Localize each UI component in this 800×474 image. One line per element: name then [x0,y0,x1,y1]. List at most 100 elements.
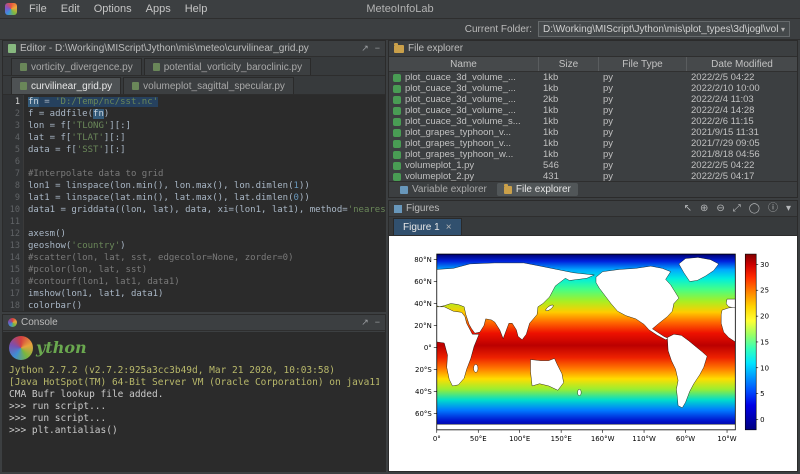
figure-tab[interactable]: Figure 1 × [393,218,462,235]
full-extent-icon[interactable]: ◯ [748,204,761,214]
python-file-icon [393,85,401,93]
console-panel-header: Console ↗− [3,315,385,331]
editor-tab[interactable]: vorticity_divergence.py [11,58,142,75]
code-line: colorbar() [28,300,385,311]
column-header-date-modified[interactable]: Date Modified [687,57,797,71]
editor-panel-header: Editor - D:\Working\MIScript\Jython\mis\… [3,41,385,57]
file-date-cell: 2022/2/4 11:03 [687,94,797,105]
console-output[interactable]: ython Jython 2.7.2 (v2.7.2:925a3cc3b49d,… [3,332,385,471]
editor-tab-label: vorticity_divergence.py [31,62,133,73]
close-icon[interactable]: × [446,222,452,233]
python-file-icon [393,118,401,126]
editor-tab-label: potential_vorticity_baroclinic.py [164,62,302,73]
line-number: 14 [3,252,20,264]
svg-text:160°W: 160°W [591,435,615,443]
code-lines[interactable]: fn = 'D:/Temp/nc/sst.nc'f = addfile(fn) l… [24,95,385,311]
menu-item-help[interactable]: Help [178,2,215,16]
identify-icon[interactable]: ⓘ [767,204,779,214]
pointer-icon[interactable]: ↖ [683,204,693,214]
tab-file-explorer[interactable]: File explorer [497,183,578,196]
table-row[interactable]: volumeplot_1.py546py2022/2/5 04:22 [389,160,797,171]
table-row[interactable]: plot_cuace_3d_volume_...1kbpy2022/2/5 04… [389,72,797,83]
column-header-name[interactable]: Name [389,57,539,71]
current-folder-value: D:\Working\MIScript\Jython\mis\plot_type… [543,24,778,35]
menu-item-file[interactable]: File [22,2,54,16]
file-size-cell: 1kb [539,138,599,149]
editor-tab-row-2: curvilinear_grid.py volumeplot_sagittal_s… [3,76,385,95]
file-date-cell: 2021/9/15 11:31 [687,127,797,138]
file-size-cell: 1kb [539,149,599,160]
svg-text:20°S: 20°S [415,366,432,374]
figure-canvas[interactable]: 0°50°E100°E150°E160°W110°W60°W10°W80°N60… [389,236,797,471]
tab-label: Variable explorer [412,184,487,195]
line-number: 6 [3,156,20,168]
svg-text:15: 15 [760,338,769,346]
float-icon[interactable]: ↗ [361,318,369,327]
code-line [28,216,385,228]
file-size-cell: 431 [539,171,599,181]
column-header-size[interactable]: Size [539,57,599,71]
figures-panel-header: Figures ↖ ⊕ ⊖ ⤢ ◯ ⓘ ▾ [389,201,797,217]
file-name: plot_cuace_3d_volume_... [405,83,516,94]
zoom-in-icon[interactable]: ⊕ [699,204,709,214]
figure-tab-label: Figure 1 [403,222,440,233]
line-number: 1 [3,96,20,108]
file-type-cell: py [599,105,687,116]
menubar: FileEditOptionsAppsHelp MeteoInfoLab [0,0,800,19]
code-editor[interactable]: 123456789101112131415161718 fn = 'D:/Tem… [3,95,385,311]
file-name: plot_grapes_typhoon_w... [405,149,513,160]
line-number: 18 [3,300,20,311]
code-line: f = addfile(fn) [28,108,385,120]
figures-title: Figures [406,203,439,214]
editor-tab-label: volumeplot_sagittal_specular.py [143,81,285,92]
editor-tab[interactable]: volumeplot_sagittal_specular.py [123,77,294,94]
selection: fn = 'D:/Temp/nc/sst.nc' [28,97,158,107]
table-row[interactable]: plot_cuace_3d_volume_...1kbpy2022/2/4 14… [389,105,797,116]
python-file-icon [393,107,401,115]
console-line: >>> plt.antialias() [9,425,379,437]
column-header-file-type[interactable]: File Type [599,57,687,71]
file-name-cell: volumeplot_1.py [389,160,539,171]
code-line: lat = f['TLAT'][:] [28,132,385,144]
explorer-tabs: Variable explorer File explorer [389,181,797,197]
file-type-cell: py [599,149,687,160]
file-name-cell: plot_grapes_typhoon_v... [389,138,539,149]
editor-icon [8,44,16,53]
menu-dropdown-icon[interactable]: ▾ [785,204,792,214]
pan-icon[interactable]: ⤢ [732,204,742,214]
line-number: 3 [3,120,20,132]
file-size-cell: 1kb [539,72,599,83]
table-row[interactable]: volumeplot_2.py431py2022/2/5 04:17 [389,171,797,181]
minimize-icon[interactable]: − [375,318,380,327]
editor-tab[interactable]: potential_vorticity_baroclinic.py [144,58,311,75]
zoom-out-icon[interactable]: ⊖ [715,204,725,214]
current-folder-toolbar: Current Folder: D:\Working\MIScript\Jyth… [0,19,800,40]
table-row[interactable]: plot_grapes_typhoon_v...1kbpy2021/7/29 0… [389,138,797,149]
svg-text:60°N: 60°N [414,278,432,286]
console-line: [Java HotSpot(TM) 64-Bit Server VM (Orac… [9,377,379,389]
file-name-cell: plot_grapes_typhoon_w... [389,149,539,160]
editor-tab[interactable]: curvilinear_grid.py [11,77,121,94]
tab-variable-explorer[interactable]: Variable explorer [393,183,494,196]
menu-item-edit[interactable]: Edit [54,2,87,16]
table-row[interactable]: plot_cuace_3d_volume_...1kbpy2022/2/10 1… [389,83,797,94]
table-row[interactable]: plot_grapes_typhoon_w...1kbpy2021/8/18 0… [389,149,797,160]
code-line: #contourf(lon1, lat1, data1) [28,276,385,288]
menu-item-apps[interactable]: Apps [139,2,178,16]
table-row[interactable]: plot_grapes_typhoon_v...1kbpy2021/9/15 1… [389,127,797,138]
table-row[interactable]: plot_cuace_3d_volume_s...1kbpy2022/2/6 1… [389,116,797,127]
python-file-icon [393,151,401,159]
current-folder-label: Current Folder: [465,24,532,35]
float-icon[interactable]: ↗ [361,44,369,53]
file-name: plot_cuace_3d_volume_s... [405,116,521,127]
chevron-down-icon[interactable]: ▾ [781,25,785,34]
table-row[interactable]: plot_cuace_3d_volume_...2kbpy2022/2/4 11… [389,94,797,105]
current-folder-combobox[interactable]: D:\Working\MIScript\Jython\mis\plot_type… [538,21,790,37]
line-number: 4 [3,132,20,144]
menu-item-options[interactable]: Options [87,2,139,16]
minimize-icon[interactable]: − [375,44,380,53]
python-file-icon [393,129,401,137]
file-type-cell: py [599,171,687,181]
python-file-icon [393,140,401,148]
line-number: 15 [3,264,20,276]
